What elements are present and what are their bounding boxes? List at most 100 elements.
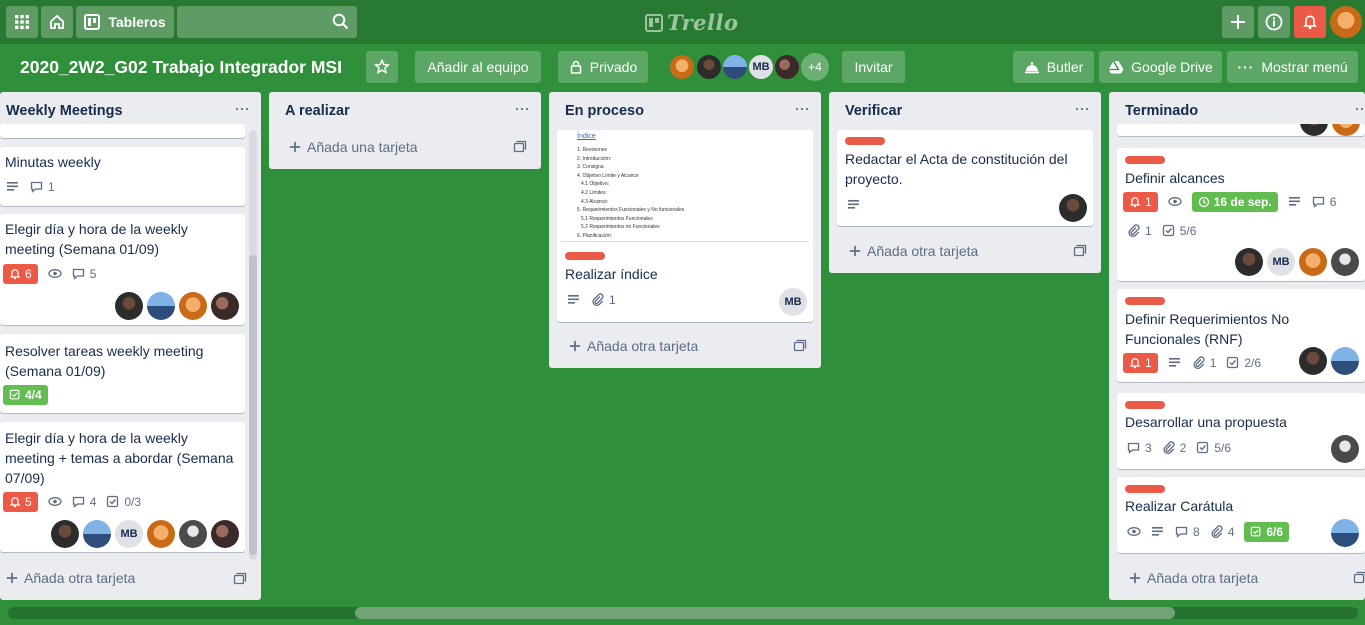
boards-button[interactable]: Tableros — [76, 6, 174, 38]
member-avatar[interactable] — [721, 53, 749, 81]
list-title[interactable]: Verificar — [845, 103, 902, 119]
member-avatar[interactable] — [1331, 248, 1359, 276]
list-menu-icon[interactable]: ··· — [1074, 98, 1090, 119]
member-avatar[interactable] — [668, 53, 696, 81]
list-menu-icon[interactable]: ··· — [234, 98, 250, 119]
template-icon[interactable] — [233, 572, 247, 586]
list-card[interactable]: Desarrollar una propuesta 3 2 5/6 — [1117, 393, 1365, 469]
add-card-button[interactable]: Añada otra tarjeta — [569, 338, 698, 354]
list-card[interactable]: Redactar el Acta de constitución del pro… — [837, 130, 1093, 226]
attachments-count: 2 — [1179, 441, 1187, 455]
member-avatar[interactable] — [1059, 194, 1087, 222]
list-menu-icon[interactable]: ··· — [794, 98, 810, 119]
attachment-icon — [592, 293, 604, 307]
template-icon[interactable] — [793, 339, 807, 353]
attachments-count: 1 — [609, 293, 616, 307]
list-card[interactable]: Minutas weekly 1 — [0, 147, 245, 206]
bell-icon — [10, 497, 20, 508]
apps-button[interactable] — [6, 6, 38, 38]
add-to-team-button[interactable]: Añadir al equipo — [415, 51, 541, 83]
more-members-button[interactable]: +4 — [801, 53, 829, 81]
member-avatar-initials[interactable]: MB — [1267, 248, 1295, 276]
member-avatar[interactable] — [211, 520, 239, 548]
cover-entry: 4.1 Objetivo: — [581, 181, 610, 188]
card-title: Realizar Carátula — [1125, 498, 1234, 514]
search-input[interactable] — [177, 6, 357, 38]
due-date: 16 de sep. — [1213, 195, 1272, 209]
list-menu-icon[interactable]: ··· — [1354, 98, 1365, 119]
member-avatar-initials[interactable]: MB — [115, 520, 143, 548]
butler-label: Butler — [1046, 59, 1084, 75]
board-title[interactable]: 2020_2W2_G02 Trabajo Integrador MSI — [20, 57, 342, 78]
comment-icon — [72, 268, 84, 280]
butler-button[interactable]: Butler — [1013, 51, 1094, 83]
create-button[interactable] — [1222, 6, 1254, 38]
card-title: Redactar el Acta de constitución del pro… — [845, 151, 1068, 187]
member-avatar[interactable] — [1331, 435, 1359, 463]
member-avatar[interactable] — [51, 520, 79, 548]
google-drive-button[interactable]: Google Drive — [1099, 51, 1222, 83]
member-avatar[interactable] — [695, 53, 723, 81]
member-avatar[interactable] — [1331, 519, 1359, 547]
member-avatar[interactable] — [1331, 347, 1359, 375]
notifications-button[interactable] — [1294, 6, 1326, 38]
member-avatar[interactable] — [147, 292, 175, 320]
list-card[interactable]: Definir alcances 1 16 de sep. 6 1 5/6 MB — [1117, 148, 1365, 281]
list-card[interactable] — [1117, 124, 1365, 136]
list-title[interactable]: En proceso — [565, 103, 644, 119]
list-card[interactable]: Realizar Carátula 8 4 6/6 — [1117, 477, 1365, 553]
member-avatar[interactable] — [773, 53, 801, 81]
add-card-button[interactable]: Añada otra tarjeta — [849, 243, 978, 259]
checklist-badge: 6/6 — [1244, 522, 1290, 542]
list-title[interactable]: Terminado — [1125, 103, 1198, 119]
list-title[interactable]: A realizar — [285, 103, 350, 119]
member-avatar[interactable] — [1299, 248, 1327, 276]
comments-badge: 4 — [72, 495, 96, 509]
template-icon[interactable] — [1073, 244, 1087, 258]
card-label — [1125, 156, 1165, 164]
member-avatar[interactable] — [179, 520, 207, 548]
member-avatar[interactable] — [147, 520, 175, 548]
invite-button[interactable]: Invitar — [842, 51, 905, 83]
member-avatar[interactable] — [179, 292, 207, 320]
home-button[interactable] — [41, 6, 73, 38]
show-menu-button[interactable]: ··· Mostrar menú — [1227, 51, 1358, 83]
bell-icon — [10, 269, 20, 280]
list-card[interactable]: Elegir día y hora de la weekly meeting (… — [0, 214, 245, 325]
member-avatar[interactable] — [83, 520, 111, 548]
board-scrollbar-thumb[interactable] — [355, 607, 1175, 619]
list-card[interactable]: Índice 1. Revisiones 2. Introducción: 3.… — [557, 130, 813, 322]
member-avatar-initials[interactable]: MB — [779, 288, 807, 316]
star-button[interactable] — [366, 51, 398, 83]
info-button[interactable] — [1258, 6, 1290, 38]
add-card-button[interactable]: Añada otra tarjeta — [6, 570, 135, 586]
list-card[interactable]: Resolver tareas weekly meeting (Semana 0… — [0, 334, 245, 413]
template-icon[interactable] — [1353, 571, 1365, 585]
member-avatar[interactable] — [1299, 347, 1327, 375]
add-card-button[interactable]: Añada otra tarjeta — [1129, 570, 1258, 586]
privacy-button[interactable]: Privado — [558, 51, 648, 83]
list-card[interactable]: Elegir día y hora de la weekly meeting +… — [0, 422, 245, 552]
member-avatar[interactable] — [115, 292, 143, 320]
notification-badge: 1 — [1123, 192, 1158, 212]
member-avatar[interactable] — [1332, 124, 1360, 136]
list-title[interactable]: Weekly Meetings — [6, 103, 123, 119]
member-avatar-initials[interactable]: MB — [747, 53, 775, 81]
member-avatar[interactable] — [1300, 124, 1328, 136]
member-avatar[interactable] — [1235, 248, 1263, 276]
list-card[interactable] — [0, 124, 245, 138]
card-badges: 6 5 — [3, 264, 96, 284]
description-icon — [1168, 358, 1180, 367]
user-avatar[interactable] — [1330, 6, 1362, 38]
add-card-button[interactable]: Añada una tarjeta — [289, 139, 418, 155]
list-menu-icon[interactable]: ··· — [514, 98, 530, 119]
list-scrollbar-thumb[interactable] — [249, 255, 257, 555]
member-avatar[interactable] — [211, 292, 239, 320]
checklist-badge: 4/4 — [3, 385, 48, 405]
trello-logo[interactable]: Trello — [645, 10, 739, 35]
template-icon[interactable] — [513, 140, 527, 154]
attachments-badge: 4 — [1210, 525, 1234, 539]
checklist-icon — [1197, 441, 1209, 454]
plus-icon — [569, 340, 581, 352]
list-card[interactable]: Definir Requerimientos No Funcionales (R… — [1117, 289, 1365, 382]
